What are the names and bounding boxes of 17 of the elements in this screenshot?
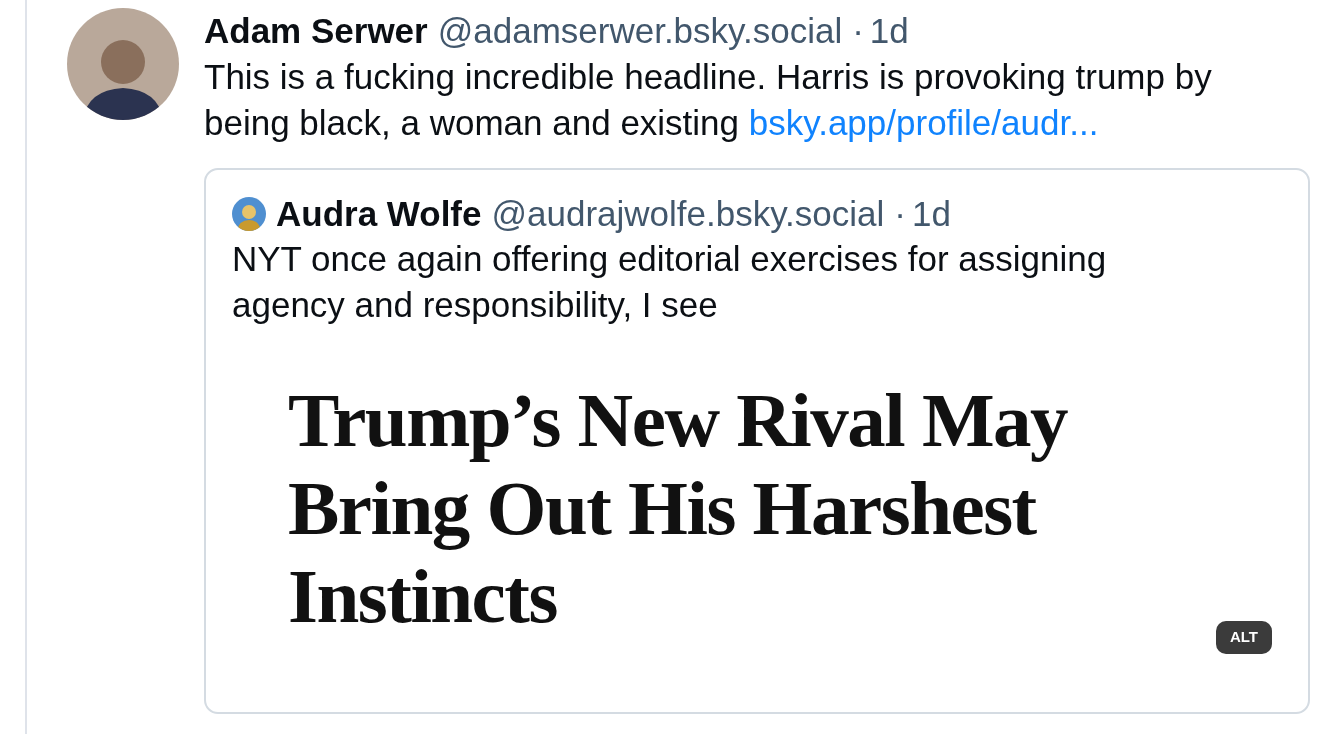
alt-badge[interactable]: ALT: [1215, 621, 1272, 654]
headline-line: Trump’s New Rival May: [288, 376, 1068, 464]
separator: ·: [894, 193, 906, 235]
post-text: This is a fucking incredible headline. Harris is provoking trump by being black, a woman and existing bsky.app/profile/audr...: [204, 56, 1213, 144]
headline-line: Bring Out His Harshest: [288, 464, 1036, 552]
post-time[interactable]: 1d: [869, 8, 909, 54]
quote-card[interactable]: Audra Wolfe @audrajwolfe.bsky.social · 1d NYT once again offering editorial exercises for assigning agency and responsibility, I see Trump’s New Rival May Bring Out His Harshest Instincts ALT: [204, 168, 1310, 714]
quote-author-name[interactable]: Audra Wolfe: [276, 192, 482, 236]
post-link[interactable]: bsky.app/profile/audr...: [748, 103, 1099, 142]
author-name[interactable]: Adam Serwer: [204, 8, 428, 54]
quote-author-handle: @audrajwolfe.bsky.social: [491, 193, 885, 235]
quote-text: NYT once again offering editorial exercises for assigning agency and responsibility, I see: [232, 238, 1108, 326]
author-handle[interactable]: @adamserwer.bsky.social: [437, 8, 843, 54]
headline-image[interactable]: Trump’s New Rival May Bring Out His Harshest Instincts ALT: [232, 376, 1284, 696]
quote-time: 1d: [911, 193, 951, 235]
separator: ·: [852, 10, 864, 52]
headline-line: Instincts: [288, 552, 557, 640]
